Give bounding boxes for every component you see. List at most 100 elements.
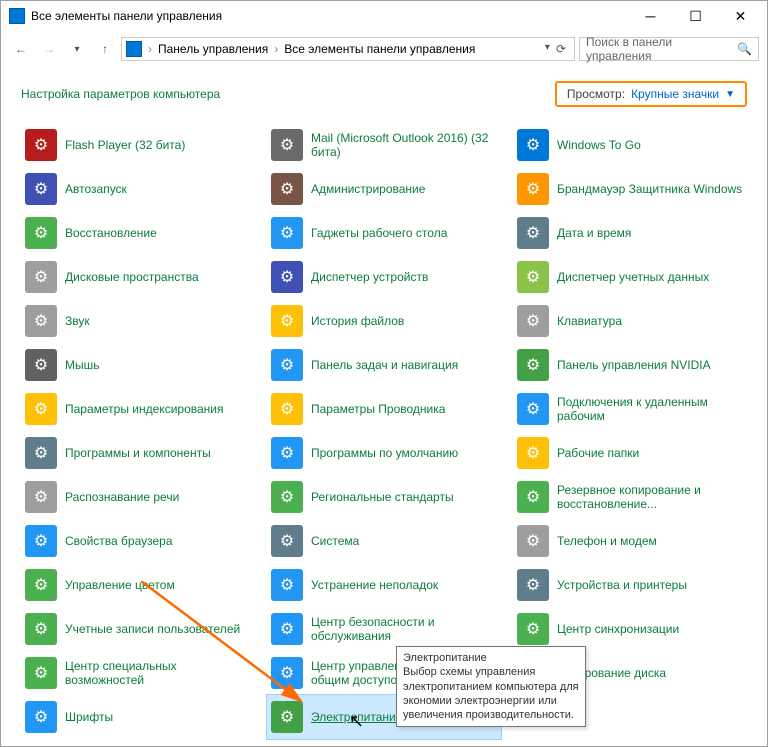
item-label: Система [311,534,359,548]
breadcrumb-segment[interactable]: Все элементы панели управления [280,42,479,56]
control-panel-item[interactable]: ⚙ Брандмауэр Защитника Windows [513,167,747,211]
item-icon: ⚙ [25,525,57,557]
item-icon: ⚙ [271,349,303,381]
item-icon: ⚙ [271,481,303,513]
control-panel-item[interactable]: ⚙Flash Player (32 бита) [21,123,255,167]
items-grid: ⚙Flash Player (32 бита) ⚙Mail (Microsoft … [1,115,767,746]
item-icon: ⚙ [271,217,303,249]
refresh-icon[interactable]: ⟳ [556,42,566,56]
item-icon: ⚙ [517,129,549,161]
control-panel-item[interactable]: ⚙Windows To Go [513,123,747,167]
control-panel-item[interactable]: ⚙Параметры индексирования [21,387,255,431]
control-panel-item[interactable]: ⚙Администрирование [267,167,501,211]
view-selector[interactable]: Просмотр: Крупные значки ▼ [555,81,747,107]
control-panel-item[interactable]: ⚙ Управление цветом [21,563,255,607]
item-label: Брандмауэр Защитника Windows [557,182,742,196]
control-panel-item[interactable]: ⚙Панель управления NVIDIA [513,343,747,387]
control-panel-item[interactable]: ⚙Рабочие папки [513,431,747,475]
item-icon: ⚙ [25,129,57,161]
control-panel-item[interactable]: ⚙Подключения к удаленным рабочим [513,387,747,431]
control-panel-item[interactable]: ⚙Устройства и принтеры [513,563,747,607]
control-panel-item[interactable]: ⚙Диспетчер учетных данных [513,255,747,299]
item-icon: ⚙ [25,349,57,381]
control-panel-item[interactable]: ⚙ Клавиатура [513,299,747,343]
item-icon: ⚙ [25,657,57,689]
control-panel-item[interactable]: ⚙ Центр синхронизации [513,607,747,651]
item-icon: ⚙ [25,701,57,733]
breadcrumb[interactable]: › Панель управления › Все элементы панел… [121,37,575,61]
item-label: Электропитание [311,710,402,724]
control-panel-item[interactable]: ⚙Телефон и модем [513,519,747,563]
control-panel-item[interactable]: ⚙ Центр специальных возможностей [21,651,255,695]
search-placeholder: Поиск в панели управления [586,35,737,63]
control-panel-item[interactable]: ⚙ Параметры Проводника [267,387,501,431]
tooltip: Электропитание Выбор схемы управления эл… [396,646,586,727]
item-label: Гаджеты рабочего стола [311,226,447,240]
item-icon: ⚙ [271,393,303,425]
control-panel-item[interactable]: ⚙ Свойства браузера [21,519,255,563]
item-label: Клавиатура [557,314,622,328]
item-icon: ⚙ [517,305,549,337]
item-label: Управление цветом [65,578,175,592]
control-panel-item[interactable]: ⚙Шрифты [21,695,255,739]
control-panel-item[interactable]: ⚙Звук [21,299,255,343]
control-panel-item[interactable]: ⚙Распознавание речи [21,475,255,519]
control-panel-item[interactable]: ⚙Резервное копирование и восстановление.… [513,475,747,519]
control-panel-item[interactable]: ⚙ Программы по умолчанию [267,431,501,475]
control-panel-item[interactable]: ⚙Система [267,519,501,563]
item-icon: ⚙ [517,217,549,249]
control-panel-item[interactable]: ⚙История файлов [267,299,501,343]
maximize-button[interactable]: ☐ [673,2,718,31]
item-label: Центр синхронизации [557,622,679,636]
close-button[interactable]: ✕ [718,2,763,31]
control-panel-item[interactable]: ⚙Региональные стандарты [267,475,501,519]
control-panel-item[interactable]: ⚙Программы и компоненты [21,431,255,475]
control-panel-item[interactable]: ⚙Учетные записи пользователей [21,607,255,651]
control-panel-item[interactable]: ⚙Диспетчер устройств [267,255,501,299]
control-panel-item[interactable]: ⚙Восстановление [21,211,255,255]
item-icon: ⚙ [271,173,303,205]
control-panel-item[interactable]: ⚙Дата и время [513,211,747,255]
control-panel-item[interactable]: ⚙Дисковые пространства [21,255,255,299]
up-button[interactable]: ↑ [93,37,117,61]
control-panel-item[interactable]: ⚙ Панель задач и навигация [267,343,501,387]
chevron-down-icon[interactable]: ▾ [545,42,550,56]
control-panel-item[interactable]: ⚙Мышь [21,343,255,387]
item-icon: ⚙ [271,657,303,689]
breadcrumb-segment[interactable]: Панель управления [154,42,272,56]
app-icon [9,8,25,24]
minimize-button[interactable]: ─ [628,2,673,31]
item-label: Параметры Проводника [311,402,445,416]
control-panel-item[interactable]: ⚙Mail (Microsoft Outlook 2016) (32 бита) [267,123,501,167]
search-input[interactable]: Поиск в панели управления 🔍 [579,37,759,61]
item-label: Телефон и модем [557,534,657,548]
item-icon: ⚙ [25,569,57,601]
item-label: Диспетчер учетных данных [557,270,709,284]
item-icon: ⚙ [517,437,549,469]
control-panel-item[interactable]: ⚙ Устранение неполадок [267,563,501,607]
control-panel-item[interactable]: ⚙ Гаджеты рабочего стола [267,211,501,255]
forward-button[interactable]: → [37,37,61,61]
view-value: Крупные значки [631,87,719,101]
item-label: Устранение неполадок [311,578,438,592]
item-icon: ⚙ [517,173,549,205]
control-panel-item[interactable]: ⚙Центр безопасности и обслуживания [267,607,501,651]
control-panel-item[interactable]: ⚙Автозапуск [21,167,255,211]
item-label: Центр специальных возможностей [65,659,251,688]
chevron-right-icon: › [146,42,154,56]
item-icon: ⚙ [517,613,549,645]
search-icon: 🔍 [737,42,752,56]
item-icon: ⚙ [25,217,57,249]
item-icon: ⚙ [271,437,303,469]
item-label: Свойства браузера [65,534,173,548]
item-label: Панель задач и навигация [311,358,458,372]
back-button[interactable]: ← [9,37,33,61]
item-icon: ⚙ [25,261,57,293]
item-icon: ⚙ [517,349,549,381]
recent-dropdown[interactable]: ▾ [65,37,89,61]
header: Настройка параметров компьютера Просмотр… [1,67,767,115]
item-label: Программы по умолчанию [311,446,458,460]
item-icon: ⚙ [271,701,303,733]
window-buttons: ─ ☐ ✕ [628,2,763,31]
item-icon: ⚙ [271,569,303,601]
